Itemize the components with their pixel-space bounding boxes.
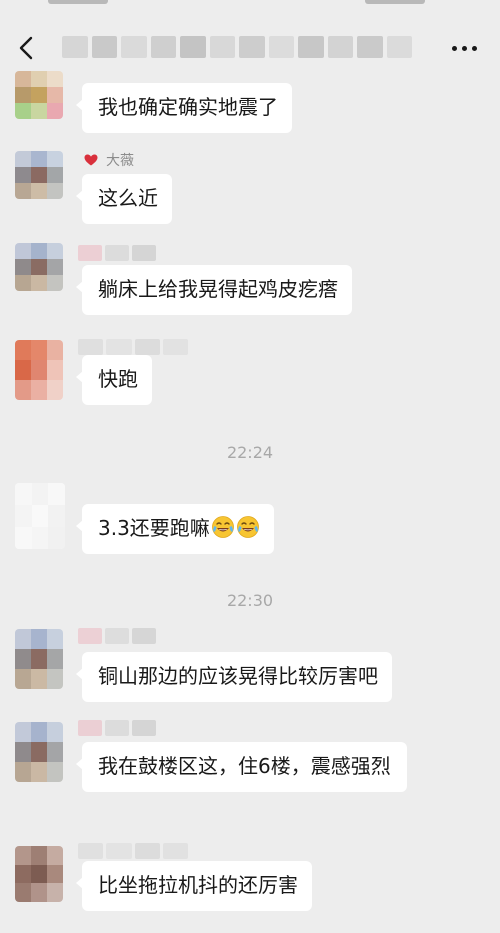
avatar[interactable] <box>15 243 63 291</box>
avatar[interactable] <box>15 629 63 689</box>
chat-title-blurred <box>62 36 412 58</box>
sender-name: 大薇 <box>106 153 134 169</box>
more-dot <box>471 45 477 51</box>
message-text: 铜山那边的应该晃得比较厉害吧 <box>98 664 378 688</box>
timestamp: 22:24 <box>226 443 274 462</box>
message-text: 我在鼓楼区这，住6楼，震感强烈 <box>98 754 391 778</box>
timestamp: 22:30 <box>226 591 274 610</box>
message-text: 躺床上给我晃得起鸡皮疙瘩 <box>98 277 338 301</box>
back-button[interactable] <box>14 34 40 62</box>
sender-name-blurred <box>78 843 188 859</box>
avatar[interactable] <box>15 71 63 119</box>
status-bar-remnant <box>48 0 108 4</box>
sender-nickname: 大薇 <box>84 150 134 170</box>
avatar[interactable] <box>15 340 63 400</box>
message-text: 3.3还要跑嘛 <box>98 516 210 540</box>
avatar[interactable] <box>15 846 63 902</box>
message-bubble[interactable]: 比坐拖拉机抖的还厉害 <box>76 861 312 911</box>
sender-name-blurred <box>78 339 188 355</box>
message-bubble[interactable]: 我也确定确实地震了 <box>76 83 292 133</box>
message-bubble[interactable]: 快跑 <box>76 355 152 405</box>
tears-of-joy-icon <box>211 516 234 538</box>
message-text: 我也确定确实地震了 <box>98 95 278 119</box>
message-text: 这么近 <box>98 186 158 210</box>
more-button[interactable] <box>448 34 480 62</box>
message-text: 快跑 <box>98 367 138 391</box>
message-bubble[interactable]: 这么近 <box>76 174 172 224</box>
avatar[interactable] <box>15 483 65 549</box>
more-dot <box>461 45 467 51</box>
message-text: 比坐拖拉机抖的还厉害 <box>98 873 298 897</box>
message-bubble[interactable]: 铜山那边的应该晃得比较厉害吧 <box>76 652 392 702</box>
heart-icon <box>84 154 98 166</box>
sender-name-blurred <box>78 628 156 644</box>
chat-header <box>0 0 500 76</box>
sender-name-blurred <box>78 245 156 261</box>
chevron-left-icon <box>19 36 33 60</box>
tears-of-joy-icon <box>236 516 259 538</box>
message-bubble[interactable]: 我在鼓楼区这，住6楼，震感强烈 <box>76 742 407 792</box>
more-dots-icon <box>451 45 457 51</box>
status-bar-remnant <box>365 0 425 4</box>
avatar[interactable] <box>15 722 63 782</box>
sender-name-blurred <box>78 720 156 736</box>
avatar[interactable] <box>15 151 63 199</box>
message-bubble[interactable]: 躺床上给我晃得起鸡皮疙瘩 <box>76 265 352 315</box>
message-bubble[interactable]: 3.3还要跑嘛 <box>76 504 274 554</box>
